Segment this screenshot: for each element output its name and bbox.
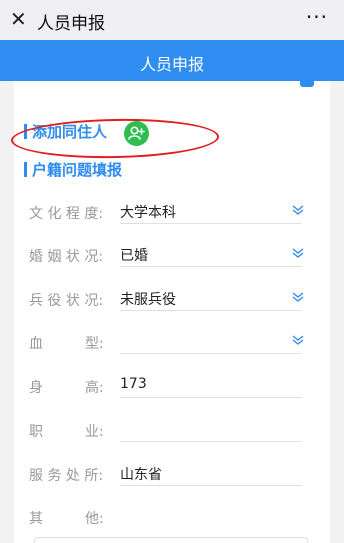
title-bar: ✕ 人员申报 ··· <box>0 0 344 40</box>
marital-status-row[interactable]: 婚 姻 状 况: 已婚 <box>29 243 310 267</box>
page-header: 人员申报 <box>0 40 344 81</box>
field-value: 173 <box>120 376 147 392</box>
field-label: 服 务 处 所: <box>29 468 104 484</box>
card-top-handle <box>300 79 314 87</box>
field-label: 文 化 程 度: <box>29 206 104 222</box>
occupation-row[interactable]: 职 业: <box>29 418 310 442</box>
field-value: 未服兵役 <box>120 292 176 308</box>
workplace-input[interactable]: 山东省 <box>120 462 302 486</box>
military-status-select[interactable]: 未服兵役 <box>120 287 304 311</box>
chevron-down-icon <box>292 335 304 345</box>
field-value: 山东省 <box>120 467 162 483</box>
field-label: 其 他: <box>29 511 104 527</box>
more-menu-icon[interactable]: ··· <box>306 5 328 29</box>
household-issue-title: 户籍问题填报 <box>32 160 123 179</box>
military-status-row[interactable]: 兵 役 状 况: 未服兵役 <box>29 287 310 311</box>
section-marker <box>24 161 27 177</box>
page-title: 人员申报 <box>139 55 204 74</box>
field-label: 婚 姻 状 况: <box>29 249 104 265</box>
occupation-input[interactable] <box>120 418 302 442</box>
field-label: 职 业: <box>29 424 104 440</box>
marital-status-select[interactable]: 已婚 <box>120 243 304 267</box>
height-row[interactable]: 身 高: 173 <box>29 374 310 398</box>
close-icon[interactable]: ✕ <box>10 8 28 30</box>
field-value: 已婚 <box>120 248 148 264</box>
chevron-down-icon <box>292 205 304 215</box>
field-label: 兵 役 状 况: <box>29 293 104 309</box>
other-row[interactable]: 其 他: <box>29 505 310 529</box>
field-value: 大学本科 <box>120 205 176 221</box>
blood-type-row[interactable]: 血 型: <box>29 330 310 354</box>
height-input[interactable]: 173 <box>120 374 302 398</box>
blood-type-select[interactable] <box>120 330 304 354</box>
field-label: 身 高: <box>29 380 104 396</box>
field-label: 血 型: <box>29 336 104 352</box>
window-title: 人员申报 <box>37 14 105 34</box>
education-row[interactable]: 文 化 程 度: 大学本科 <box>29 200 310 224</box>
other-textarea[interactable] <box>34 537 308 543</box>
chevron-down-icon <box>292 292 304 302</box>
workplace-row[interactable]: 服 务 处 所: 山东省 <box>29 462 310 486</box>
chevron-down-icon <box>292 248 304 258</box>
education-select[interactable]: 大学本科 <box>120 200 304 224</box>
household-issue-section: 户籍问题填报 <box>24 158 122 180</box>
